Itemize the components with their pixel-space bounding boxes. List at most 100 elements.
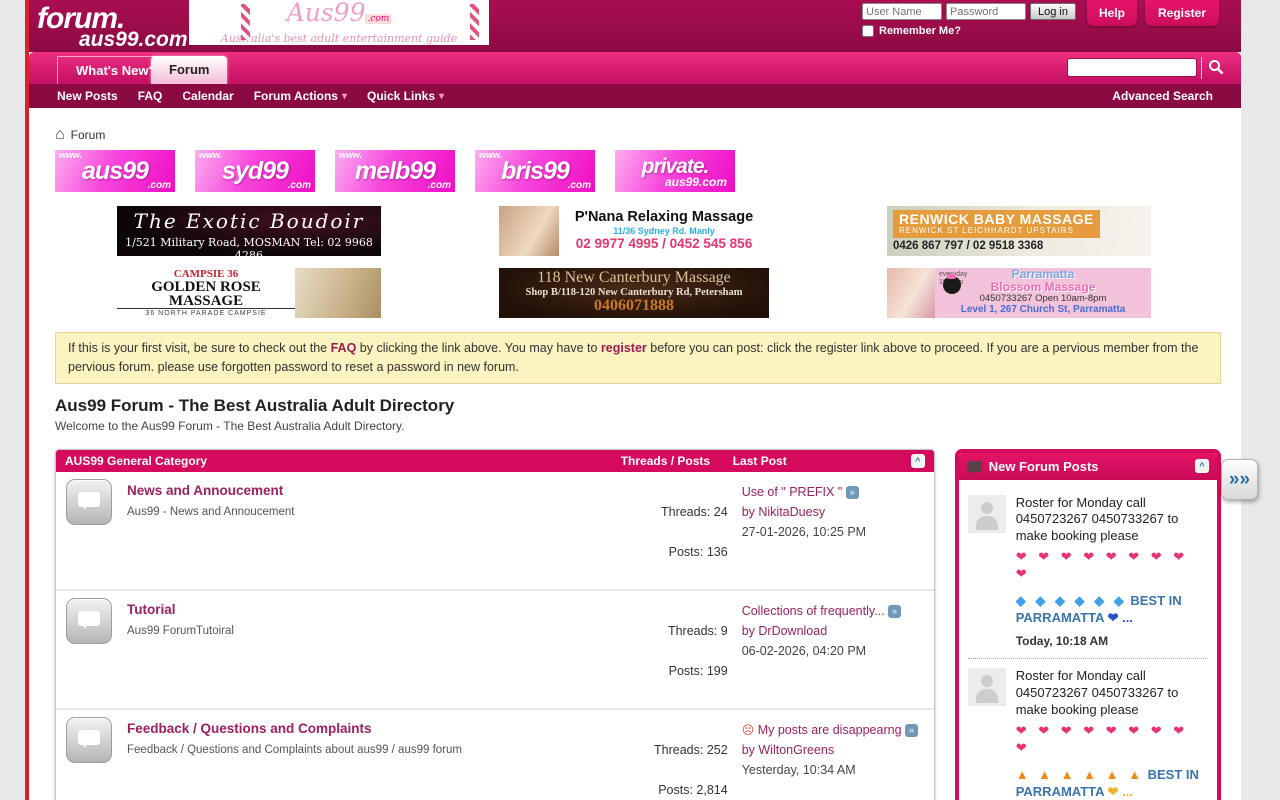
sidebar-header: New Forum Posts ^ xyxy=(959,453,1217,480)
breadcrumb: ⌂ Forum xyxy=(55,128,1221,142)
blossom-logo-icon xyxy=(943,276,961,294)
goto-last-post-icon[interactable]: » xyxy=(905,724,918,737)
forum-stats: Threads: 252 Posts: 2,814 xyxy=(610,717,728,800)
remember-me: Remember Me? xyxy=(862,25,1076,37)
home-icon[interactable]: ⌂ xyxy=(55,129,65,141)
forum-stats: Threads: 24 Posts: 136 xyxy=(610,479,728,582)
search-icon xyxy=(1208,63,1224,78)
nav-faq[interactable]: FAQ xyxy=(138,89,163,103)
banner-bris99[interactable]: www. bris99 .com xyxy=(475,150,595,192)
forum-stats: Threads: 9 Posts: 199 xyxy=(610,598,728,701)
sub-nav: New Posts FAQ Calendar Forum Actions▾ Qu… xyxy=(29,84,1241,108)
banner-melb99[interactable]: www. melb99 .com xyxy=(335,150,455,192)
top-header: forum. aus99.com Aus99.com Australia's b… xyxy=(29,0,1241,52)
tab-forum[interactable]: Forum xyxy=(151,56,227,84)
breadcrumb-forum-link[interactable]: Forum xyxy=(71,128,106,142)
ad-exotic-boudoir[interactable]: The Exotic Boudoir 1/521 Military Road, … xyxy=(117,206,381,256)
page-subtitle: Welcome to the Aus99 Forum - The Best Au… xyxy=(55,419,1221,433)
diamond-icons: ◆ ◆ ◆ ◆ ◆ ◆ xyxy=(1016,593,1127,608)
category-header: AUS99 General Category Threads / Posts L… xyxy=(56,450,934,472)
last-post-date: 06-02-2026, 04:20 PM xyxy=(742,641,924,661)
nav-quick-links[interactable]: Quick Links▾ xyxy=(367,89,444,103)
faq-link[interactable]: FAQ xyxy=(331,341,357,355)
chevron-down-icon: ▾ xyxy=(342,91,347,102)
flame-icons: ▲ ▲ ▲ ▲ ▲ ▲ xyxy=(1016,767,1144,782)
ad-renwick-massage[interactable]: RENWICK BABY MASSAGE RENWICK ST LEICHHAR… xyxy=(887,206,1151,256)
post-text: Roster for Monday call 0450723267 045073… xyxy=(1016,495,1179,544)
register-link[interactable]: register xyxy=(601,341,647,355)
sidebar-post[interactable]: Roster for Monday call 0450723267 045073… xyxy=(968,486,1208,659)
ad-pnana-massage[interactable]: P'Nana Relaxing Massage 11/36 Sydney Rd.… xyxy=(499,206,769,256)
ad-blossom-massage[interactable]: everyday10 Girls Parramatta Blossom Mass… xyxy=(887,268,1151,318)
forum-bubble-icon xyxy=(66,479,112,525)
last-post-title-link[interactable]: Use of " PREFIX " xyxy=(742,485,843,499)
hearts-icons: ❤ ❤ ❤ ❤ ❤ ❤ ❤ ❤ ❤ xyxy=(1016,549,1208,583)
last-post-author-link[interactable]: by WiltonGreens xyxy=(742,740,924,760)
post-time: Today, 10:18 AM xyxy=(1016,634,1208,650)
avatar xyxy=(968,668,1006,706)
username-input[interactable] xyxy=(862,3,942,20)
new-forum-posts-sidebar: New Forum Posts ^ Roster for Monday call… xyxy=(955,449,1221,800)
collapse-icon[interactable]: ^ xyxy=(911,454,925,468)
heart-icon: ❤ ... xyxy=(1108,610,1133,625)
forum-description: Aus99 ForumTutoiral xyxy=(127,625,610,637)
first-visit-notice: If this is your first visit, be sure to … xyxy=(55,332,1221,384)
last-post-title-link[interactable]: My posts are disappearng xyxy=(758,723,902,737)
forum-last-post: Use of " PREFIX " » by NikitaDuesy 27-01… xyxy=(728,479,924,582)
forum-row: Feedback / Questions and Complaints Feed… xyxy=(56,708,934,800)
remember-me-checkbox[interactable] xyxy=(862,25,874,37)
ad-photo xyxy=(295,268,381,318)
last-post-title-link[interactable]: Collections of frequently... xyxy=(742,604,885,618)
forum-title-link[interactable]: Feedback / Questions and Complaints xyxy=(127,721,372,736)
collapse-icon[interactable]: ^ xyxy=(1195,459,1209,473)
banner-private-aus99[interactable]: private. aus99.com xyxy=(615,150,735,192)
nav-calendar[interactable]: Calendar xyxy=(182,89,233,103)
logo-line2: aus99.com xyxy=(79,28,188,52)
forum-row: News and Annoucement Aus99 - News and An… xyxy=(56,472,934,589)
sidebar-expand-button[interactable]: »» xyxy=(1221,459,1258,500)
ad-photo xyxy=(887,268,935,318)
chevron-down-icon: ▾ xyxy=(439,91,444,102)
avatar xyxy=(968,495,1006,533)
search-button[interactable] xyxy=(1201,57,1229,79)
banner-brand: Aus99.com xyxy=(189,0,489,32)
goto-last-post-icon[interactable]: » xyxy=(846,486,859,499)
last-post-date: Yesterday, 10:34 AM xyxy=(742,760,924,780)
register-button[interactable]: Register xyxy=(1145,0,1219,26)
search-input[interactable] xyxy=(1067,58,1197,77)
hearts-icons: ❤ ❤ ❤ ❤ ❤ ❤ ❤ ❤ ❤ xyxy=(1016,723,1208,757)
header-banner-ad[interactable]: Aus99.com Australia's best adult enterta… xyxy=(189,0,489,45)
banner-aus99[interactable]: www. aus99 .com xyxy=(55,150,175,192)
advanced-search-link[interactable]: Advanced Search xyxy=(1112,89,1213,103)
sidebar-post[interactable]: Roster for Monday call 0450723267 045073… xyxy=(968,658,1208,800)
nav-forum-actions[interactable]: Forum Actions▾ xyxy=(254,89,347,103)
column-threads-posts: Threads / Posts xyxy=(621,454,733,468)
forum-bubble-icon xyxy=(66,598,112,644)
page-title: Aus99 Forum - The Best Australia Adult D… xyxy=(55,396,1221,416)
nav-new-posts[interactable]: New Posts xyxy=(57,89,118,103)
login-form: Log in Remember Me? xyxy=(862,3,1076,37)
forum-title-link[interactable]: Tutorial xyxy=(127,602,176,617)
forum-title-link[interactable]: News and Annoucement xyxy=(127,483,283,498)
barber-pole-icon xyxy=(470,4,479,40)
double-chevron-right-icon: » xyxy=(1229,469,1240,490)
barber-pole-icon xyxy=(241,4,250,40)
site-wrapper: forum. aus99.com Aus99.com Australia's b… xyxy=(25,0,1241,800)
double-chevron-right-icon: » xyxy=(1240,469,1251,490)
heart-icon: ❤ ... xyxy=(1108,784,1133,799)
password-input[interactable] xyxy=(946,3,1026,20)
site-logo[interactable]: forum. aus99.com xyxy=(37,2,188,52)
last-post-author-link[interactable]: by NikitaDuesy xyxy=(742,502,924,522)
banner-tagline: Australia's best adult entertainment gui… xyxy=(189,32,489,45)
ad-banners-grid: The Exotic Boudoir 1/521 Military Road, … xyxy=(117,206,1221,318)
help-button[interactable]: Help xyxy=(1087,0,1137,26)
post-text: Roster for Monday call 0450723267 045073… xyxy=(1016,668,1179,717)
login-button[interactable]: Log in xyxy=(1030,3,1076,20)
ad-canterbury-massage[interactable]: 118 New Canterbury Massage Shop B/118-12… xyxy=(499,268,769,318)
goto-last-post-icon[interactable]: » xyxy=(888,605,901,618)
last-post-author-link[interactable]: by DrDownload xyxy=(742,621,924,641)
banner-syd99[interactable]: www. syd99 .com xyxy=(195,150,315,192)
forum-row: Tutorial Aus99 ForumTutoiral Threads: 9 … xyxy=(56,589,934,708)
ad-golden-rose-massage[interactable]: CAMPSIE 36 GOLDEN ROSE MASSAGE 36 NORTH … xyxy=(117,268,381,318)
forum-list: AUS99 General Category Threads / Posts L… xyxy=(55,449,935,800)
